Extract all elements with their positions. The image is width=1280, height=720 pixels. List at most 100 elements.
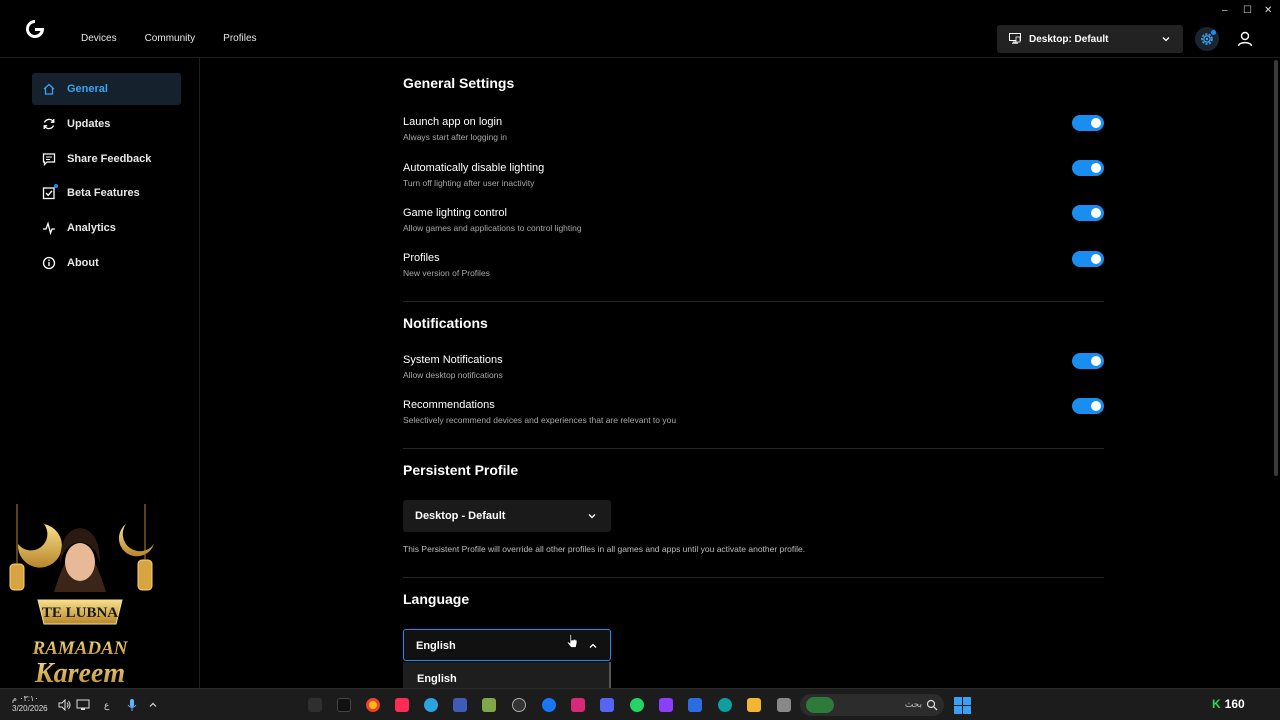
taskbar-search[interactable]: بحث bbox=[800, 694, 944, 716]
setting-title: Launch app on login bbox=[403, 116, 503, 128]
sidebar-item-analytics[interactable]: Analytics bbox=[32, 212, 181, 244]
active-profile-select[interactable]: Desktop: Default bbox=[997, 25, 1183, 53]
user-account-icon[interactable] bbox=[1237, 31, 1253, 47]
setting-title: Recommendations bbox=[403, 399, 495, 411]
beta-check-icon bbox=[42, 187, 55, 200]
tiktok-icon[interactable] bbox=[337, 698, 351, 712]
refresh-icon bbox=[43, 118, 55, 130]
launch-on-login-toggle[interactable] bbox=[1072, 115, 1104, 131]
sidebar-item-label: General bbox=[67, 83, 108, 95]
top-bar: Devices Community Profiles Desktop: Defa… bbox=[0, 0, 1280, 58]
discord-icon[interactable] bbox=[600, 698, 614, 712]
chevron-down-icon bbox=[588, 514, 596, 519]
desktop-profile-icon bbox=[1009, 33, 1021, 44]
general-settings-heading: General Settings bbox=[403, 75, 515, 91]
top-nav: Devices Community Profiles bbox=[81, 33, 285, 44]
chat-icon bbox=[42, 153, 56, 166]
sidebar-item-about[interactable]: About bbox=[32, 247, 181, 279]
close-button[interactable]: ✕ bbox=[1264, 5, 1272, 16]
viewer-count-value: 160 bbox=[1224, 697, 1245, 711]
auto-disable-lighting-toggle[interactable] bbox=[1072, 160, 1104, 176]
edge-icon[interactable] bbox=[718, 698, 732, 712]
language-option-english[interactable]: English bbox=[417, 673, 457, 685]
persistent-profile-note: This Persistent Profile will override al… bbox=[403, 544, 806, 554]
kick-viewer-count: K 160 bbox=[1212, 697, 1245, 711]
people-app-icon[interactable] bbox=[453, 698, 467, 712]
overlay-kareem: Kareem bbox=[34, 658, 125, 689]
active-profile-label: Desktop: Default bbox=[1029, 34, 1109, 45]
section-divider bbox=[403, 448, 1104, 449]
telegram-icon[interactable] bbox=[424, 698, 438, 712]
notifications-heading: Notifications bbox=[403, 315, 488, 331]
mouse-cursor-icon bbox=[566, 634, 578, 648]
chrome-icon[interactable] bbox=[366, 698, 380, 712]
logitech-g-logo[interactable] bbox=[24, 18, 46, 40]
persistent-profile-dropdown[interactable]: Desktop - Default bbox=[403, 500, 611, 532]
maximize-button[interactable]: ☐ bbox=[1243, 5, 1252, 16]
window-app-icon[interactable] bbox=[777, 698, 791, 712]
language-dropdown[interactable]: English bbox=[403, 629, 611, 661]
instagram-icon[interactable] bbox=[571, 698, 585, 712]
store-icon[interactable] bbox=[688, 698, 702, 712]
overlay-name: TE LUBNA bbox=[42, 605, 118, 621]
info-icon bbox=[42, 256, 56, 270]
chevron-down-icon bbox=[1162, 37, 1170, 42]
section-divider bbox=[403, 577, 1104, 578]
sidebar-item-label: About bbox=[67, 257, 99, 269]
sidebar-item-beta-features[interactable]: Beta Features bbox=[32, 177, 181, 209]
persistent-profile-heading: Persistent Profile bbox=[403, 462, 519, 478]
keyboard-language[interactable]: ع bbox=[104, 700, 109, 711]
file-explorer-icon[interactable] bbox=[747, 698, 761, 712]
notification-dot bbox=[1211, 30, 1216, 35]
windows-taskbar: ٠٣:١٠ م 3/20/2026 ع بحث K 160 bbox=[0, 688, 1280, 720]
whatsapp-icon[interactable] bbox=[630, 698, 644, 712]
setting-title: Automatically disable lighting bbox=[403, 162, 545, 174]
setting-title: Profiles bbox=[403, 252, 440, 264]
sidebar-item-updates[interactable]: Updates bbox=[32, 108, 181, 140]
nav-community[interactable]: Community bbox=[145, 33, 196, 44]
video-editor-icon[interactable] bbox=[659, 698, 673, 712]
game-app-icon[interactable] bbox=[482, 698, 496, 712]
sidebar-item-label: Analytics bbox=[67, 222, 116, 234]
tiktok-live-icon[interactable] bbox=[395, 698, 409, 712]
main-scrollbar[interactable] bbox=[1274, 60, 1278, 476]
recommendations-toggle[interactable] bbox=[1072, 398, 1104, 414]
search-icon bbox=[926, 699, 938, 711]
setting-description: Allow games and applications to control … bbox=[403, 223, 582, 233]
setting-description: Turn off lighting after user inactivity bbox=[403, 178, 535, 188]
kick-logo-icon: K bbox=[1212, 697, 1221, 711]
chevron-up-icon bbox=[589, 643, 597, 648]
minimize-button[interactable]: – bbox=[1222, 5, 1228, 16]
sidebar-item-share-feedback[interactable]: Share Feedback bbox=[32, 143, 181, 175]
setting-title: System Notifications bbox=[403, 354, 503, 366]
sidebar-item-label: Updates bbox=[67, 118, 111, 130]
clock-time: ٠٣:١٠ م bbox=[12, 694, 39, 703]
profiles-toggle[interactable] bbox=[1072, 251, 1104, 267]
home-icon bbox=[43, 83, 55, 95]
sidebar-item-general[interactable]: General bbox=[32, 73, 181, 105]
capture-app-icon[interactable] bbox=[512, 698, 526, 712]
microphone-icon[interactable] bbox=[127, 698, 137, 712]
nav-profiles[interactable]: Profiles bbox=[223, 33, 256, 44]
system-notifications-toggle[interactable] bbox=[1072, 353, 1104, 369]
language-options-list: English bbox=[403, 662, 611, 688]
facebook-icon[interactable] bbox=[542, 698, 556, 712]
setting-title: Game lighting control bbox=[403, 207, 507, 219]
settings-button[interactable] bbox=[1195, 27, 1219, 51]
setting-description: Allow desktop notifications bbox=[403, 370, 503, 380]
taskbar-clock[interactable]: ٠٣:١٠ م 3/20/2026 bbox=[12, 694, 48, 714]
network-icon[interactable] bbox=[76, 699, 90, 711]
sidebar-item-label: Share Feedback bbox=[67, 153, 152, 165]
nav-devices[interactable]: Devices bbox=[81, 33, 117, 44]
setting-description: Always start after logging in bbox=[403, 132, 507, 142]
language-heading: Language bbox=[403, 591, 470, 607]
game-lighting-control-toggle[interactable] bbox=[1072, 205, 1104, 221]
setting-description: Selectively recommend devices and experi… bbox=[403, 415, 677, 425]
dropdown-value: Desktop - Default bbox=[415, 510, 506, 522]
chevron-up-icon[interactable] bbox=[148, 700, 158, 710]
speaker-icon[interactable] bbox=[58, 699, 72, 711]
logitech-g-hub-task-icon[interactable] bbox=[308, 698, 322, 712]
section-divider bbox=[403, 301, 1104, 302]
windows-start-icon[interactable] bbox=[954, 697, 971, 714]
pulse-icon bbox=[43, 221, 55, 235]
